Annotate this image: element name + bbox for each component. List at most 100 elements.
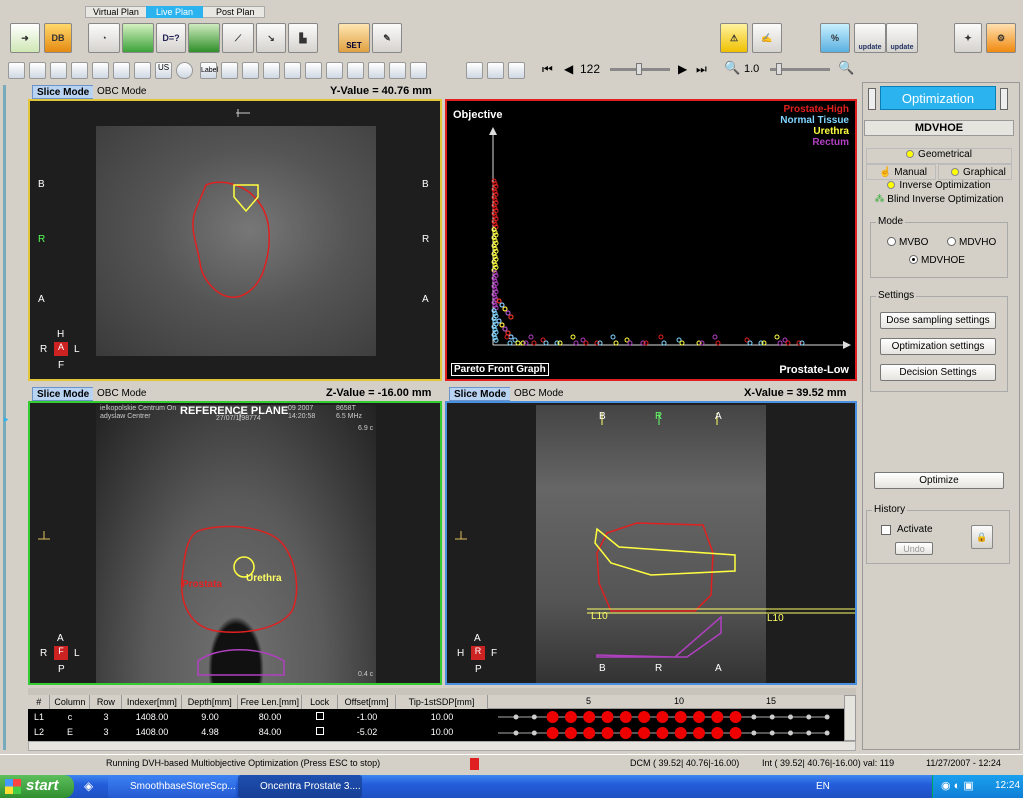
pane-pareto-graph[interactable]: Objective Prostate-High Normal Tissue Ur… [445, 99, 857, 381]
view-a-icon[interactable] [508, 62, 525, 79]
panel-right-handle[interactable] [1000, 88, 1008, 110]
history-lock-icon[interactable]: 🔒 [971, 525, 993, 549]
slice-slider-thumb[interactable] [636, 63, 642, 75]
col-header-4[interactable]: Depth[mm] [181, 695, 239, 709]
lines-icon-3[interactable] [347, 62, 364, 79]
bl-tab-obc-mode[interactable]: OBC Mode [93, 387, 151, 401]
dose-sampling-settings-button[interactable]: Dose sampling settings [880, 312, 996, 329]
undo-button[interactable]: Undo [895, 542, 933, 555]
ruler-icon[interactable] [134, 62, 151, 79]
taskbar-item-smoothbase[interactable]: SmoothbaseStoreScp... [108, 775, 236, 798]
pane-reference-plane[interactable]: ielkopolskie Centrum On adyslaw Centrer R… [28, 401, 442, 685]
lines-icon-2[interactable] [326, 62, 343, 79]
col-header-6[interactable]: Lock [301, 695, 339, 709]
lines-icon-4[interactable] [368, 62, 385, 79]
col-header-5[interactable]: Free Len.[mm] [237, 695, 303, 709]
col-header-1[interactable]: Column [49, 695, 91, 709]
tl-tab-obc-mode[interactable]: OBC Mode [93, 85, 151, 99]
zoom-in-icon[interactable]: 🔍 [838, 60, 854, 76]
contour-icon-1[interactable] [221, 62, 238, 79]
bl-tab-slice-mode[interactable]: Slice Mode [32, 387, 95, 401]
set-button[interactable]: SET [338, 23, 370, 53]
language-indicator[interactable]: EN [816, 781, 830, 792]
lock-checkbox[interactable] [316, 726, 324, 735]
optimization-header[interactable]: Optimization [880, 86, 996, 110]
pane-sagittal[interactable]: B R A B R A L10 L10 A H R F P [445, 401, 857, 685]
lock-checkbox[interactable] [316, 711, 324, 720]
zoom-slider-thumb[interactable] [776, 63, 782, 75]
contour-icon-3[interactable] [263, 62, 280, 79]
percent-icon[interactable]: % [820, 23, 850, 53]
dvh-icon[interactable]: ▙ [288, 23, 318, 53]
tab-post-plan[interactable]: Post Plan [216, 7, 255, 17]
edit-icon[interactable] [410, 62, 427, 79]
probe-icon[interactable]: ◔ [88, 23, 120, 53]
update-dose-button[interactable]: update [886, 23, 918, 53]
tray-icons[interactable]: ◉ ◐ ▣ [941, 779, 974, 792]
tab-virtual-plan[interactable]: Virtual Plan [93, 7, 139, 17]
prev-slice-icon[interactable]: ◀ [564, 62, 573, 76]
surface-icon[interactable] [284, 62, 301, 79]
report-icon[interactable]: ✍ [752, 23, 782, 53]
last-slice-icon[interactable]: ⏭ [696, 62, 707, 77]
db-button[interactable]: DB [44, 23, 72, 53]
inverse-option[interactable]: Inverse Optimization [866, 180, 1012, 194]
zoom-out-icon[interactable]: 🔍 [724, 60, 740, 76]
optimize-button[interactable]: Optimize [874, 472, 1004, 489]
us-button[interactable]: US [155, 62, 172, 79]
br-tab-obc-mode[interactable]: OBC Mode [510, 387, 568, 401]
needles-icon[interactable] [389, 62, 406, 79]
snapshot-icon[interactable] [92, 62, 109, 79]
col-header-0[interactable]: # [28, 695, 51, 709]
contour-icon-2[interactable] [242, 62, 259, 79]
taskbar-item-oncentra[interactable]: Oncentra Prostate 3.... [238, 775, 362, 798]
table-row[interactable]: L2 E 3 1408.00 4.98 84.00 -5.02 10.00 [28, 724, 488, 739]
catheter-table-body[interactable]: L1 c 3 1408.00 9.00 80.00 -1.00 10.00 L2 E 3 1408.0… [28, 709, 844, 741]
needle-icon[interactable]: ⟋ [222, 23, 254, 53]
warning-icon[interactable]: ⚠ [720, 23, 748, 53]
table-hscrollbar[interactable] [28, 741, 856, 751]
tl-tab-slice-mode[interactable]: Slice Mode [32, 85, 95, 99]
table-scrollbar[interactable] [844, 695, 856, 741]
update-grid-button[interactable]: update [854, 23, 886, 53]
tab-live-plan[interactable]: Live Plan [146, 6, 204, 18]
lines-icon-1[interactable] [305, 62, 322, 79]
globe-icon[interactable] [176, 62, 193, 79]
tools-icon[interactable]: ✎ [372, 23, 402, 53]
mdvho-radio[interactable]: MDVHO [947, 237, 996, 248]
graphical-option[interactable]: Graphical [938, 164, 1012, 180]
pane-transverse[interactable]: B R A B R A H R A L F [28, 99, 442, 381]
activate-checkbox[interactable] [881, 525, 891, 535]
view-r-icon[interactable] [487, 62, 504, 79]
geometrical-option[interactable]: Geometrical [866, 148, 1012, 164]
settings-gear-icon[interactable]: ⚙ [986, 23, 1016, 53]
first-slice-icon[interactable]: ⏮ [542, 62, 553, 77]
blind-inverse-option[interactable]: ⁂ Blind Inverse Optimization [866, 194, 1012, 208]
view-b-icon[interactable] [466, 62, 483, 79]
crosshair-icon[interactable] [113, 62, 130, 79]
organ-icon[interactable] [122, 23, 154, 53]
panel-left-handle[interactable] [868, 88, 876, 110]
layers-icon[interactable] [71, 62, 88, 79]
optimization-settings-button[interactable]: Optimization settings [880, 338, 996, 355]
quicklaunch-icon[interactable]: ◈ [84, 779, 93, 793]
decision-settings-button[interactable]: Decision Settings [880, 364, 996, 381]
label-button[interactable]: Label [200, 62, 218, 79]
mdvhoe-radio[interactable]: MDVHOE [909, 255, 965, 266]
col-header-3[interactable]: Indexer[mm] [121, 695, 183, 709]
catheter-icon[interactable]: ↘ [256, 23, 286, 53]
clock[interactable]: 12:24 [995, 780, 1020, 791]
col-header-7[interactable]: Offset[mm] [337, 695, 397, 709]
br-tab-slice-mode[interactable]: Slice Mode [449, 387, 512, 401]
open-patient-icon[interactable]: ➜ [10, 23, 40, 53]
mvbo-radio[interactable]: MVBO [887, 237, 928, 248]
dose-query-button[interactable]: D=? [156, 23, 186, 53]
prostate-icon[interactable] [188, 23, 220, 53]
col-header-8[interactable]: Tip-1stSDP[mm] [395, 695, 488, 709]
table-row[interactable]: L1 c 3 1408.00 9.00 80.00 -1.00 10.00 [28, 709, 488, 724]
col-header-2[interactable]: Row [89, 695, 123, 709]
camera-icon[interactable] [29, 62, 46, 79]
next-slice-icon[interactable]: ▶ [678, 62, 687, 76]
grid-icon[interactable] [8, 62, 25, 79]
manual-option[interactable]: ☝ Manual [866, 164, 936, 180]
